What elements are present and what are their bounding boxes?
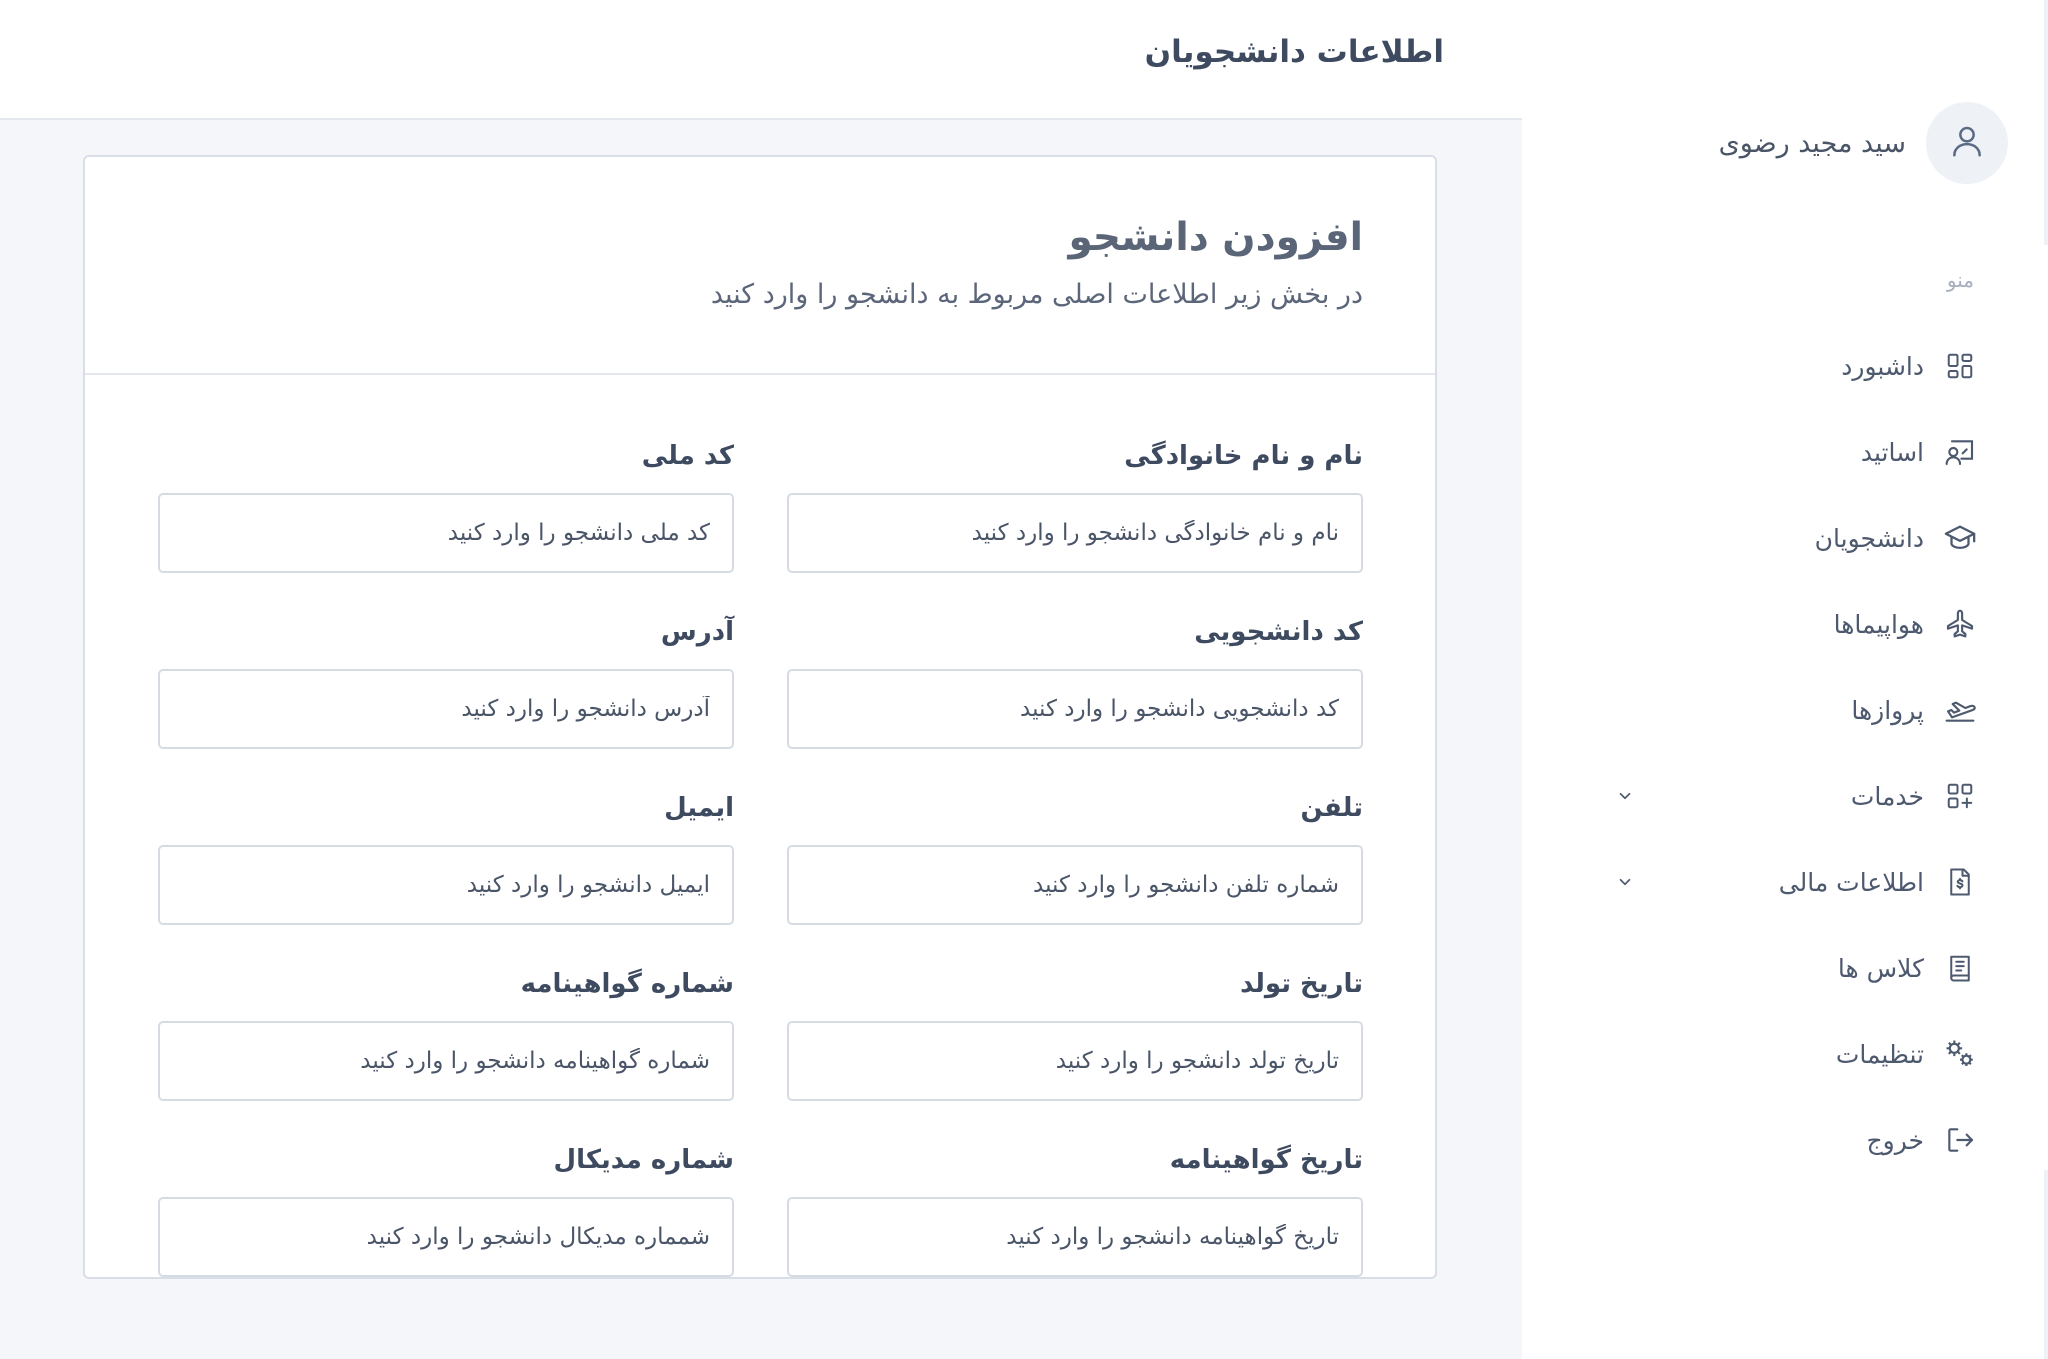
sidebar-item-settings[interactable]: تنظیمات [1598, 1029, 1978, 1079]
book-icon [1942, 950, 1978, 986]
page-title: اطلاعات دانشجویان [1144, 34, 1444, 70]
license-date-label: تاریخ گواهینامه [1169, 1145, 1363, 1175]
sidebar-item-label: تنظیمات [1835, 1039, 1924, 1069]
menu-caption: منو [1946, 268, 1974, 292]
sidebar-item-label: دانشجویان [1814, 523, 1924, 553]
birth-date-input[interactable] [787, 1021, 1363, 1101]
top-header: اطلاعات دانشجویان [0, 0, 1522, 120]
student-code-input[interactable] [787, 669, 1363, 749]
graduation-cap-icon [1942, 520, 1978, 556]
license-number-label: شماره گواهینامه [520, 969, 734, 999]
user-profile[interactable]: سید مجید رضوی [1719, 101, 2008, 185]
card-title: افزودن دانشجو [1068, 215, 1363, 260]
sidebar-edge-bottom [2044, 1170, 2048, 1359]
medical-number-input[interactable] [158, 1197, 734, 1277]
full-name-input[interactable] [787, 493, 1363, 573]
sidebar-edge [2044, 0, 2048, 245]
sidebar-item-label: پروازها [1851, 695, 1924, 725]
sidebar-item-logout[interactable]: خروج [1598, 1115, 1978, 1165]
sidebar-item-label: اساتید [1860, 437, 1924, 467]
avatar [1926, 102, 2008, 184]
license-number-input[interactable] [158, 1021, 734, 1101]
user-icon [1948, 122, 1986, 164]
chevron-down-icon[interactable] [1614, 785, 1636, 807]
sidebar-item-label: خدمات [1850, 781, 1924, 811]
flight-takeoff-icon [1942, 692, 1978, 728]
invoice-icon [1942, 864, 1978, 900]
medical-number-label: شماره مدیکال [553, 1145, 734, 1175]
sidebar-item-financial[interactable]: اطلاعات مالی [1598, 857, 1978, 907]
phone-input[interactable] [787, 845, 1363, 925]
sidebar-item-services[interactable]: خدمات [1598, 771, 1978, 821]
national-code-input[interactable] [158, 493, 734, 573]
license-date-input[interactable] [787, 1197, 1363, 1277]
sidebar-item-classes[interactable]: کلاس ها [1598, 943, 1978, 993]
student-code-label: کد دانشجویی [1194, 617, 1363, 647]
gears-icon [1942, 1036, 1978, 1072]
email-label: ایمیل [664, 793, 734, 823]
address-input[interactable] [158, 669, 734, 749]
sidebar-item-label: خروج [1866, 1125, 1924, 1155]
apps-add-icon [1942, 778, 1978, 814]
dashboard-icon [1942, 348, 1978, 384]
card-header: افزودن دانشجو در بخش زیر اطلاعات اصلی مر… [85, 157, 1435, 375]
sidebar-item-teachers[interactable]: اساتید [1598, 427, 1978, 477]
sidebar: سید مجید رضوی منو داشبورد اساتید دانشجوی… [1522, 0, 2048, 1359]
sidebar-item-students[interactable]: دانشجویان [1598, 513, 1978, 563]
address-label: آدرس [660, 617, 734, 647]
add-student-card: افزودن دانشجو در بخش زیر اطلاعات اصلی مر… [83, 155, 1437, 1279]
main-content: افزودن دانشجو در بخش زیر اطلاعات اصلی مر… [0, 120, 1522, 1359]
sidebar-item-label: داشبورد [1841, 351, 1924, 381]
sidebar-item-airplanes[interactable]: هواپیماها [1598, 599, 1978, 649]
sidebar-item-label: اطلاعات مالی [1778, 867, 1924, 897]
sidebar-item-dashboard[interactable]: داشبورد [1598, 341, 1978, 391]
phone-label: تلفن [1300, 793, 1364, 823]
teacher-icon [1942, 434, 1978, 470]
national-code-label: کد ملی [641, 441, 734, 471]
sidebar-item-flights[interactable]: پروازها [1598, 685, 1978, 735]
sidebar-item-label: کلاس ها [1837, 953, 1924, 983]
airplane-icon [1942, 606, 1978, 642]
card-subtitle: در بخش زیر اطلاعات اصلی مربوط به دانشجو … [710, 279, 1363, 310]
chevron-down-icon[interactable] [1614, 871, 1636, 893]
birth-date-label: تاریخ تولد [1240, 969, 1363, 999]
logout-icon [1942, 1122, 1978, 1158]
email-input[interactable] [158, 845, 734, 925]
user-name: سید مجید رضوی [1718, 127, 1906, 159]
sidebar-item-label: هواپیماها [1833, 609, 1924, 639]
full-name-label: نام و نام خانوادگی [1124, 441, 1363, 471]
